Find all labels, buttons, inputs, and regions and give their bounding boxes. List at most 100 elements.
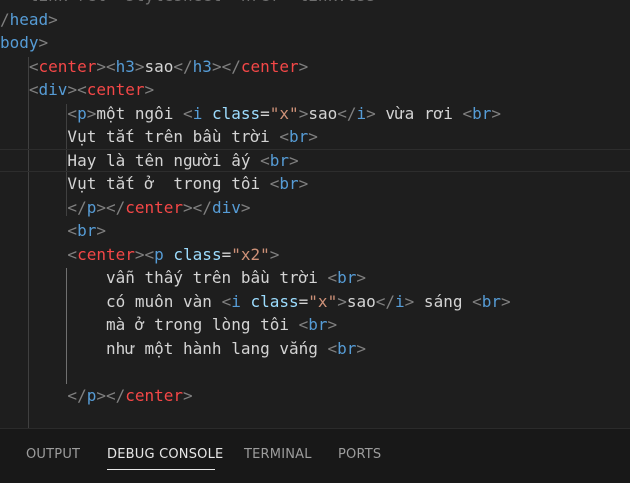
code-token: vừa rơi (375, 103, 463, 123)
code-token: < (183, 103, 193, 123)
code-token: br (472, 103, 492, 123)
code-token: h3 (192, 56, 212, 76)
code-token: ></ (96, 385, 126, 405)
code-token: / (0, 9, 10, 29)
code-token: = (221, 244, 232, 264)
code-line[interactable]: vẫn thấy trên bầu trời <br> (0, 266, 630, 290)
code-token: vẫn thấy trên bầu trời (0, 268, 328, 287)
code-token: > (491, 103, 502, 123)
code-token: một ngôi (96, 103, 184, 123)
code-token: < (0, 244, 78, 264)
code-token: i (192, 103, 203, 123)
code-token: >< (96, 56, 116, 76)
code-line[interactable]: <center><p class="x2"> (0, 243, 630, 267)
code-line[interactable]: mà ở trong lòng tôi <br> (0, 313, 630, 337)
code-token: > (144, 80, 155, 99)
panel-header: OUTPUT DEBUG CONSOLE TERMINAL PORTS (0, 428, 630, 483)
code-token: Hay là tên người ấy (0, 150, 261, 170)
code-token: < (260, 150, 270, 170)
code-token: > (298, 174, 309, 193)
code-line[interactable] (0, 360, 630, 384)
code-token: div (211, 197, 241, 217)
code-token: > (48, 9, 58, 29)
code-line[interactable] (0, 407, 630, 428)
code-token: </ (337, 103, 357, 123)
code-token: br (308, 315, 328, 334)
code-token: = (260, 103, 270, 123)
tab-ports[interactable]: PORTS (338, 447, 381, 462)
code-token: center (38, 56, 97, 76)
code-token: ></ (96, 197, 126, 217)
code-token: sao (144, 56, 174, 76)
code-token: <link rel="stylesheet" href="link.css"> (0, 0, 395, 5)
code-token: = (298, 291, 309, 311)
tab-output[interactable]: OUTPUT (26, 447, 80, 462)
code-token: sáng (414, 291, 473, 311)
code-token: i (356, 103, 367, 123)
code-token: > (366, 103, 376, 123)
code-token: < (279, 127, 289, 146)
code-token: class (211, 103, 261, 123)
code-token: "x" (308, 291, 338, 311)
code-token: < (269, 174, 280, 193)
code-token: br (337, 268, 357, 287)
tab-debug-console[interactable]: DEBUG CONSOLE (107, 447, 223, 462)
code-token: < (298, 315, 309, 334)
code-token: < (327, 338, 338, 358)
code-token: có muôn vàn (0, 291, 222, 311)
code-editor[interactable]: <link rel="stylesheet" href="link.css"> /… (0, 0, 630, 428)
code-line[interactable]: Vụt tắt trên bầu trời <br> (0, 125, 630, 149)
code-token: br (269, 150, 289, 170)
code-token: Vụt tắt ở trong tôi (0, 174, 270, 193)
code-token: >< (134, 244, 155, 264)
code-token: < (462, 103, 473, 123)
code-token: p (86, 385, 97, 405)
code-line[interactable]: /head> (0, 8, 630, 32)
code-line[interactable]: <center><h3>sao</h3></center> (0, 55, 630, 79)
code-line[interactable]: Vụt tắt ở trong tôi <br> (0, 172, 630, 196)
code-token: sao (346, 291, 376, 311)
code-line[interactable]: <br> (0, 219, 630, 243)
code-line[interactable]: </p></center> (0, 384, 630, 408)
code-token: </ (0, 197, 87, 217)
code-token: ></ (183, 197, 212, 217)
code-line[interactable]: <p>một ngôi <i class="x">sao</i> vừa rơi… (0, 102, 630, 126)
code-token: i (231, 291, 241, 311)
code-token: < (0, 56, 39, 76)
code-token: > (134, 56, 145, 76)
code-line[interactable]: </p></center></div> (0, 196, 630, 220)
code-token: body (0, 33, 39, 52)
code-line[interactable]: <link rel="stylesheet" href="link.css"> (0, 0, 630, 8)
code-token: </ (0, 385, 87, 405)
code-token: > (356, 268, 367, 287)
code-token: </ (375, 291, 396, 311)
code-token: > (240, 197, 251, 217)
code-line[interactable]: body> (0, 31, 630, 55)
code-token: center (77, 244, 135, 264)
code-token: mà ở trong lòng tôi (0, 315, 299, 334)
code-token: ></ (211, 56, 241, 76)
code-line-current[interactable]: Hay là tên người ấy <br> (0, 148, 630, 172)
code-token: center (125, 197, 184, 217)
code-token: < (221, 291, 232, 311)
code-token: i (395, 291, 405, 311)
code-line[interactable]: <div><center> (0, 78, 630, 102)
code-token: center (86, 80, 145, 99)
code-token: > (337, 291, 347, 311)
code-line[interactable]: như một hành lang vắng <br> (0, 337, 630, 361)
code-token: < (472, 291, 482, 311)
code-token: > (38, 33, 49, 52)
code-token: sao (308, 103, 338, 123)
code-token: < (0, 221, 78, 240)
code-token: > (183, 385, 193, 405)
code-token: > (501, 291, 511, 311)
code-token: h3 (115, 56, 135, 76)
code-token: Vụt tắt trên bầu trời (0, 127, 280, 146)
tab-terminal[interactable]: TERMINAL (244, 447, 312, 462)
code-token: p (86, 197, 97, 217)
code-token: p (154, 244, 164, 264)
code-token: > (404, 291, 415, 311)
code-token: br (337, 338, 357, 358)
code-line[interactable]: có muôn vàn <i class="x">sao</i> sáng <b… (0, 290, 630, 314)
